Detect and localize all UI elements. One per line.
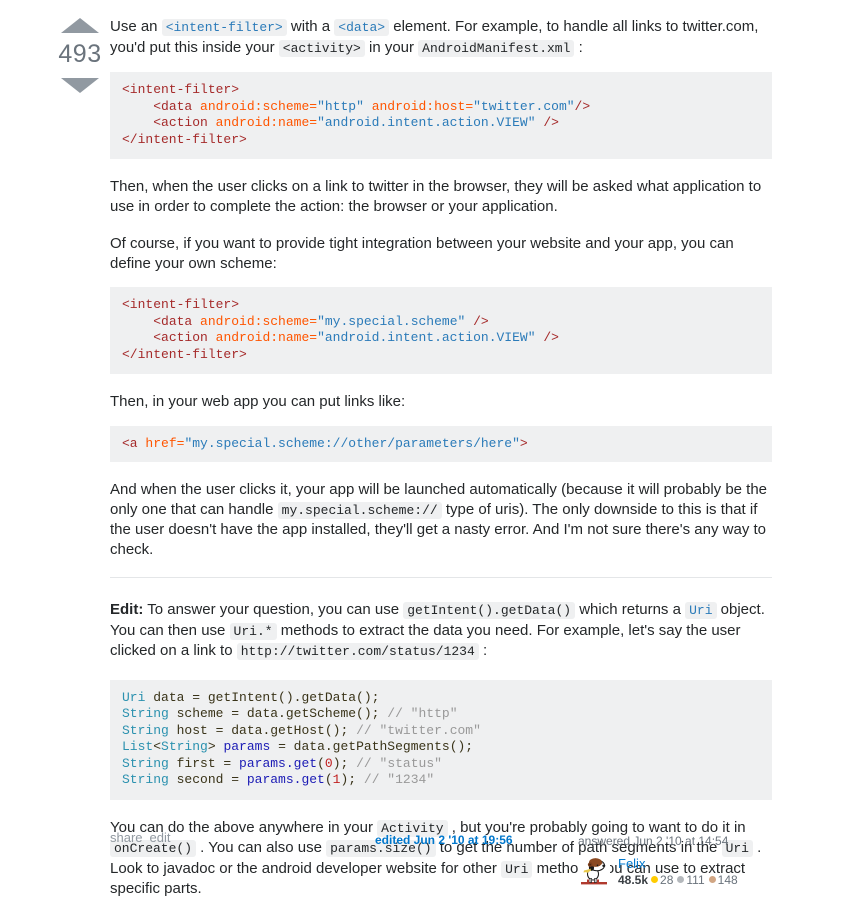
code-block-anchor: <a href="my.special.scheme://other/param…	[110, 425, 772, 462]
paragraph-own-scheme: Of course, if you want to provide tight …	[110, 235, 734, 272]
code-block-intent-filter-http: <intent-filter> <data android:scheme="ht…	[110, 72, 772, 159]
edit-label: Edit:	[110, 601, 144, 618]
vote-cell: 493	[52, 18, 108, 93]
inline-code-data: <data>	[334, 19, 390, 36]
text-fragment: Use an	[110, 18, 162, 35]
paragraph-links-like: Then, in your web app you can put links …	[110, 393, 406, 410]
arrow-down-icon[interactable]	[61, 78, 99, 93]
post-menu: share edit	[110, 830, 178, 845]
share-link[interactable]: share	[110, 830, 143, 845]
user-signature: answered Jun 2 '10 at 14:54 Felix 48.5k …	[578, 833, 838, 888]
text-fragment: :	[574, 38, 583, 56]
gold-badge-number: 28	[660, 873, 674, 887]
inline-code-uri-3: Uri	[501, 860, 533, 878]
inline-code-twitter-url: http://twitter.com/status/1234	[236, 643, 479, 660]
inline-code-custom-scheme: my.special.scheme://	[277, 501, 442, 519]
user-details: Felix 48.5k 28 111 148	[618, 855, 742, 888]
text-fragment: which returns a	[575, 601, 686, 618]
arrow-up-icon[interactable]	[61, 18, 99, 33]
inline-code-manifest: AndroidManifest.xml	[418, 39, 575, 57]
inline-code-uri-star: Uri.*	[229, 622, 277, 640]
gold-badge-count[interactable]: 28	[651, 873, 673, 887]
code-block-intent-filter-custom: <intent-filter> <data android:scheme="my…	[110, 287, 772, 374]
text-fragment: in your	[364, 38, 419, 56]
inline-code-get-intent: getIntent().getData()	[403, 602, 576, 619]
text-fragment: To answer your question, you can use	[143, 601, 404, 618]
silver-badge-number: 111	[686, 873, 705, 887]
paragraph-intro: Use an <intent-filter> with a <data> ele…	[110, 17, 772, 58]
reputation-score: 48.5k	[618, 873, 649, 887]
silver-badge-count[interactable]: 111	[677, 873, 705, 887]
inline-code-activity: <activity>	[278, 39, 365, 57]
text-fragment: . You can also use	[196, 839, 327, 856]
paragraph-downside: And when the user clicks it, your app wi…	[110, 480, 772, 559]
snoopy-avatar[interactable]	[578, 855, 610, 887]
user-reputation-badges: 48.5k 28 111 148	[618, 873, 742, 888]
bronze-badge-icon	[708, 876, 716, 883]
code-block-java-uri: Uri data = getIntent().getData(); String…	[110, 679, 772, 800]
post-separator	[110, 577, 772, 578]
text-fragment: with a	[286, 18, 335, 35]
snoopy-avatar-icon	[578, 855, 610, 887]
text-fragment: :	[478, 642, 488, 659]
gold-badge-icon	[651, 876, 659, 883]
bronze-badge-number: 148	[717, 873, 738, 887]
silver-badge-icon	[677, 876, 685, 883]
paragraph-edit: Edit: To answer your question, you can u…	[110, 600, 772, 662]
inline-code-uri: Uri	[685, 602, 717, 619]
post-body: Use an <intent-filter> with a <data> ele…	[110, 17, 772, 917]
user-name-link[interactable]: Felix	[618, 856, 742, 871]
paragraph-browser-choice: Then, when the user clicks on a link to …	[110, 178, 762, 215]
answered-timestamp[interactable]: answered Jun 2 '10 at 14:54	[578, 833, 838, 849]
inline-code-intent-filter: <intent-filter>	[161, 19, 287, 36]
answer-post: 493 Use an <intent-filter> with a <data>…	[0, 0, 855, 903]
bronze-badge-count[interactable]: 148	[708, 873, 738, 887]
edit-link[interactable]: edit	[150, 830, 171, 845]
vote-count: 493	[58, 40, 102, 68]
edited-signature[interactable]: edited Jun 2 '10 at 19:56	[375, 833, 513, 847]
